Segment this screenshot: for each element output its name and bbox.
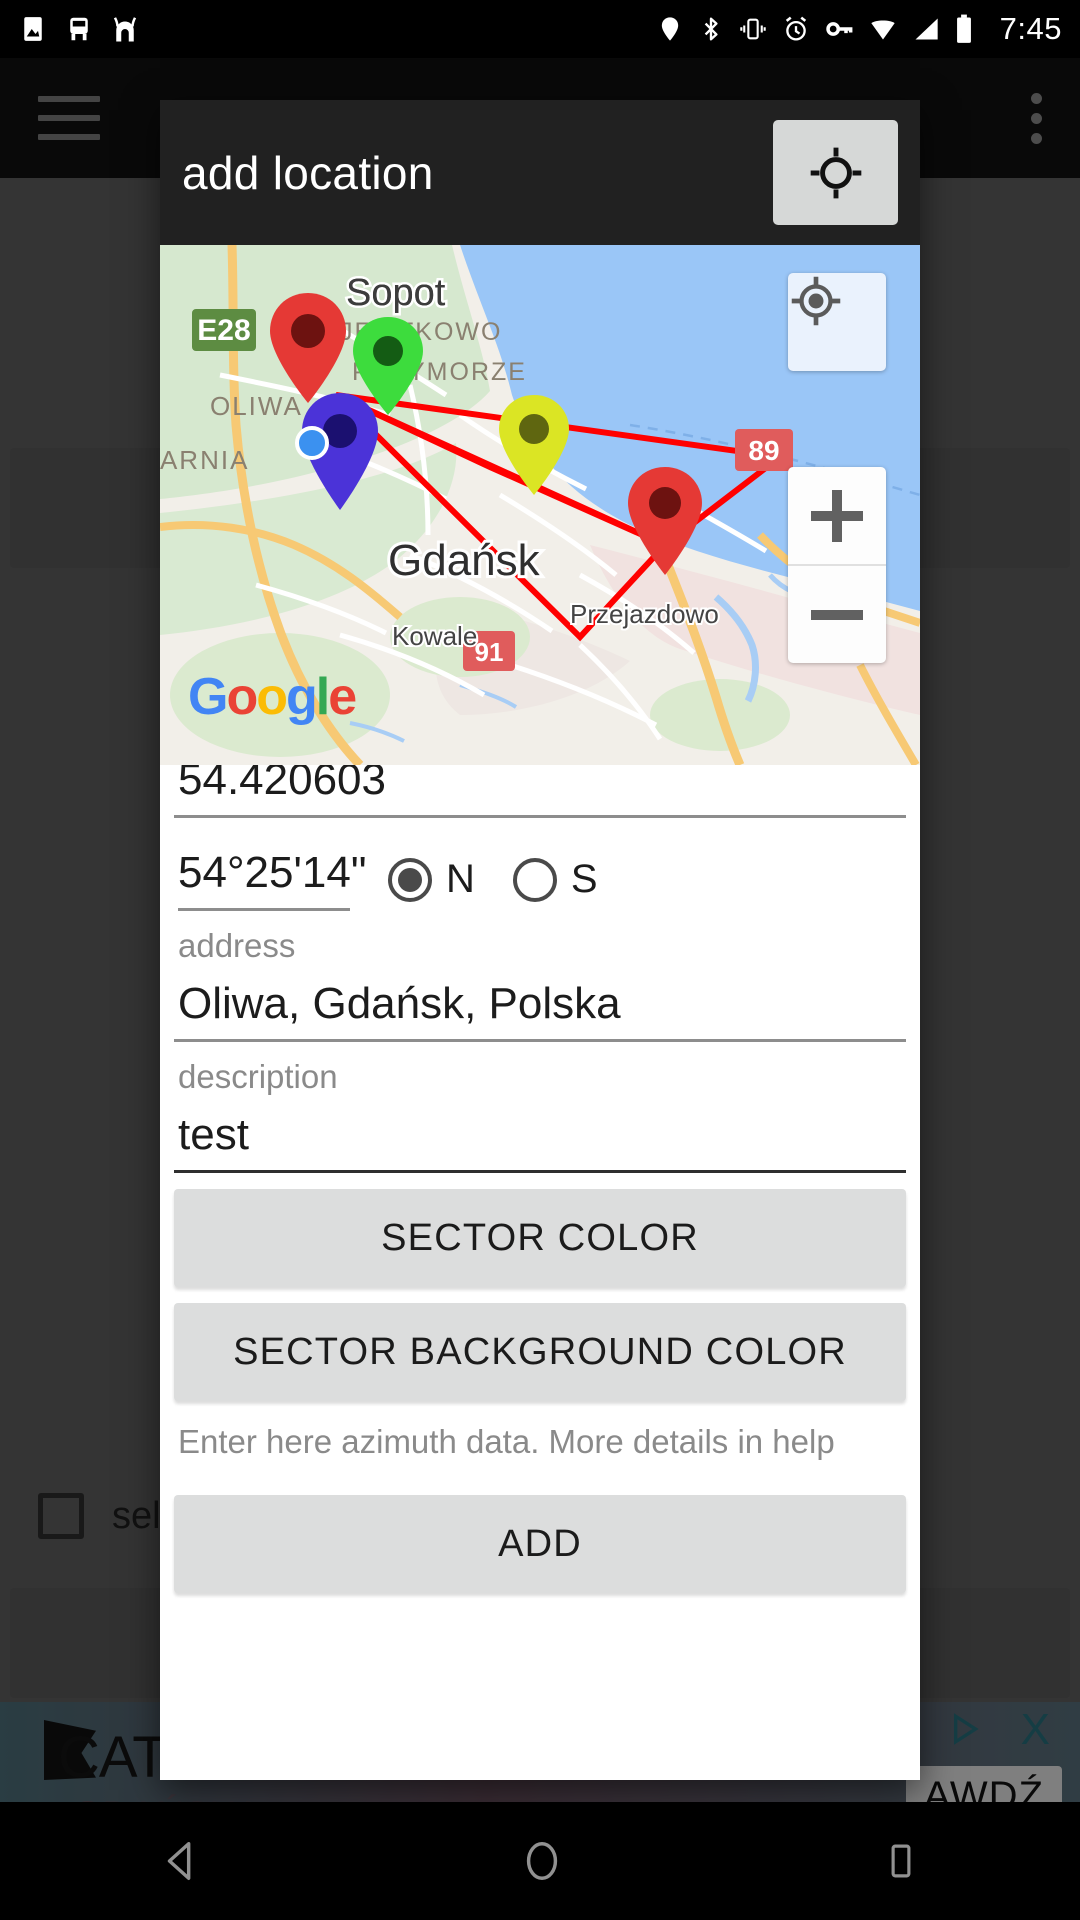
- plus-icon: [811, 489, 863, 542]
- svg-text:OLIWA: OLIWA: [210, 391, 303, 421]
- address-field[interactable]: address Oliwa, Gdańsk, Polska: [160, 911, 920, 1042]
- image-icon: [24, 17, 42, 41]
- my-location-button[interactable]: [788, 273, 886, 371]
- latitude-decimal-field[interactable]: 54.420603: [160, 765, 920, 818]
- minus-icon: [811, 609, 863, 620]
- status-bar: 7:45: [0, 0, 1080, 58]
- map-preview[interactable]: E28 89 91 Sopot Sopot JELITKOWO PRZYMORZ…: [160, 245, 920, 765]
- add-location-dialog: add location E28 89 91 Sopot Sopot JELIT…: [160, 100, 920, 1780]
- dialog-header: add location: [160, 100, 920, 245]
- user-location-dot: [295, 426, 329, 460]
- bus-icon: [70, 17, 88, 41]
- status-bar-notifications: [18, 14, 140, 44]
- description-value[interactable]: test: [174, 1102, 906, 1170]
- sector-color-button[interactable]: SECTOR COLOR: [174, 1189, 906, 1287]
- recents-square-icon[interactable]: [880, 1838, 922, 1884]
- radio-south-label: S: [570, 857, 598, 901]
- home-circle-icon[interactable]: [519, 1838, 565, 1884]
- latitude-dms-underline: [178, 908, 350, 911]
- svg-text:Sopot: Sopot: [346, 272, 446, 314]
- zoom-controls[interactable]: [788, 467, 886, 663]
- svg-text:E28: E28: [197, 314, 250, 347]
- phone-screen: SIN sele CATV GDAŃSKA sobota & niedziela…: [0, 0, 1080, 1920]
- alarm-icon: [785, 16, 806, 41]
- hemisphere-north-option[interactable]: N: [388, 857, 475, 902]
- dialog-form: 54.420603 54°25'14" N S address Oliwa, G…: [160, 765, 920, 1780]
- wifi-icon: [870, 20, 895, 40]
- description-field[interactable]: description test: [160, 1042, 920, 1173]
- signal-icon: [915, 18, 938, 40]
- radio-north[interactable]: [388, 857, 432, 902]
- svg-text:Gdańsk: Gdańsk: [388, 536, 541, 585]
- status-bar-clock: 7:45: [999, 11, 1062, 46]
- hemisphere-south-option[interactable]: S: [512, 857, 598, 902]
- azimuth-hint: Enter here azimuth data. More details in…: [178, 1423, 835, 1460]
- add-button[interactable]: ADD: [174, 1495, 906, 1593]
- app-icon: [113, 17, 137, 42]
- vpn-key-icon: [825, 22, 853, 36]
- sector-background-color-button[interactable]: SECTOR BACKGROUND COLOR: [174, 1303, 906, 1401]
- vibrate-icon: [739, 18, 766, 40]
- description-label: description: [178, 1058, 338, 1095]
- google-attribution: Google: [188, 668, 357, 726]
- my-location-icon: [791, 276, 841, 326]
- zoom-out-button[interactable]: [788, 566, 886, 663]
- status-bar-system-icons: 7:45: [656, 11, 1062, 47]
- bluetooth-icon: [704, 17, 718, 41]
- description-underline: [174, 1170, 906, 1173]
- svg-text:Przejazdowo: Przejazdowo: [570, 599, 719, 629]
- back-triangle-icon[interactable]: [158, 1838, 204, 1884]
- svg-text:Kowale: Kowale: [392, 621, 477, 651]
- system-nav-bar: [0, 1802, 1080, 1920]
- radio-north-label: N: [446, 857, 475, 901]
- radio-south[interactable]: [512, 857, 557, 902]
- dialog-title: add location: [182, 146, 434, 199]
- gps-crosshair-icon: [810, 147, 861, 198]
- latitude-decimal-value[interactable]: 54.420603: [174, 765, 906, 815]
- battery-icon: [956, 14, 971, 43]
- latitude-dms-row: 54°25'14" N S: [160, 818, 920, 911]
- gps-crosshair-button[interactable]: [773, 120, 898, 225]
- address-label: address: [178, 927, 296, 964]
- svg-text:89: 89: [748, 435, 779, 466]
- latitude-dms-value[interactable]: 54°25'14": [178, 848, 366, 908]
- svg-text:91: 91: [475, 637, 504, 667]
- zoom-in-button[interactable]: [788, 467, 886, 564]
- address-value[interactable]: Oliwa, Gdańsk, Polska: [174, 971, 906, 1039]
- location-icon: [661, 17, 678, 41]
- latitude-dms-field[interactable]: 54°25'14": [178, 848, 366, 911]
- svg-text:TARNIA: TARNIA: [160, 445, 249, 475]
